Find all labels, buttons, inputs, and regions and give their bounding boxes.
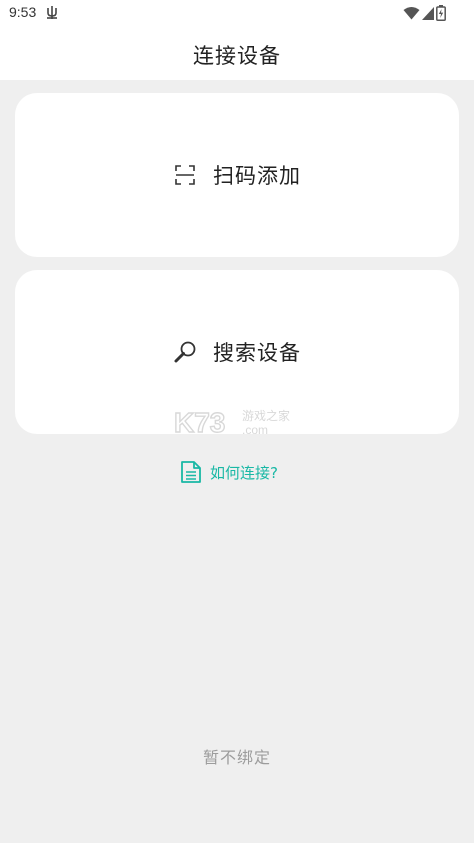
- svg-text:.com: .com: [242, 423, 268, 437]
- search-device-label: 搜索设备: [213, 341, 301, 365]
- svg-text:K73: K73: [174, 407, 225, 438]
- document-icon: [181, 461, 201, 483]
- app-bar: 连接设备: [0, 28, 474, 80]
- svg-text:游戏之家: 游戏之家: [242, 408, 290, 423]
- bug-notification-icon: [47, 6, 57, 19]
- skip-binding-button[interactable]: 暂不绑定: [0, 744, 474, 768]
- search-device-card-content: 搜索设备: [173, 337, 301, 367]
- page-title: 连接设备: [193, 44, 281, 68]
- main-content: 扫码添加 搜索设备 K73 游戏之家 .com 如何连接? 暂不绑定: [0, 80, 474, 843]
- scan-add-label: 扫码添加: [213, 164, 301, 188]
- scan-icon: [173, 163, 197, 187]
- search-icon: [173, 340, 197, 364]
- status-icons: [403, 5, 446, 21]
- k73-watermark-logo: K73 游戏之家 .com: [173, 406, 290, 438]
- scan-add-card[interactable]: 扫码添加: [15, 93, 459, 257]
- how-to-connect-link[interactable]: 如何连接?: [180, 460, 278, 484]
- battery-charging-icon: [436, 5, 446, 21]
- scan-add-card-content: 扫码添加: [173, 160, 301, 190]
- wifi-icon: [403, 7, 420, 20]
- signal-icon: [422, 6, 434, 20]
- status-bar: 9:53: [0, 0, 474, 28]
- status-time: 9:53: [9, 4, 37, 20]
- how-to-connect-label: 如何连接?: [210, 463, 278, 482]
